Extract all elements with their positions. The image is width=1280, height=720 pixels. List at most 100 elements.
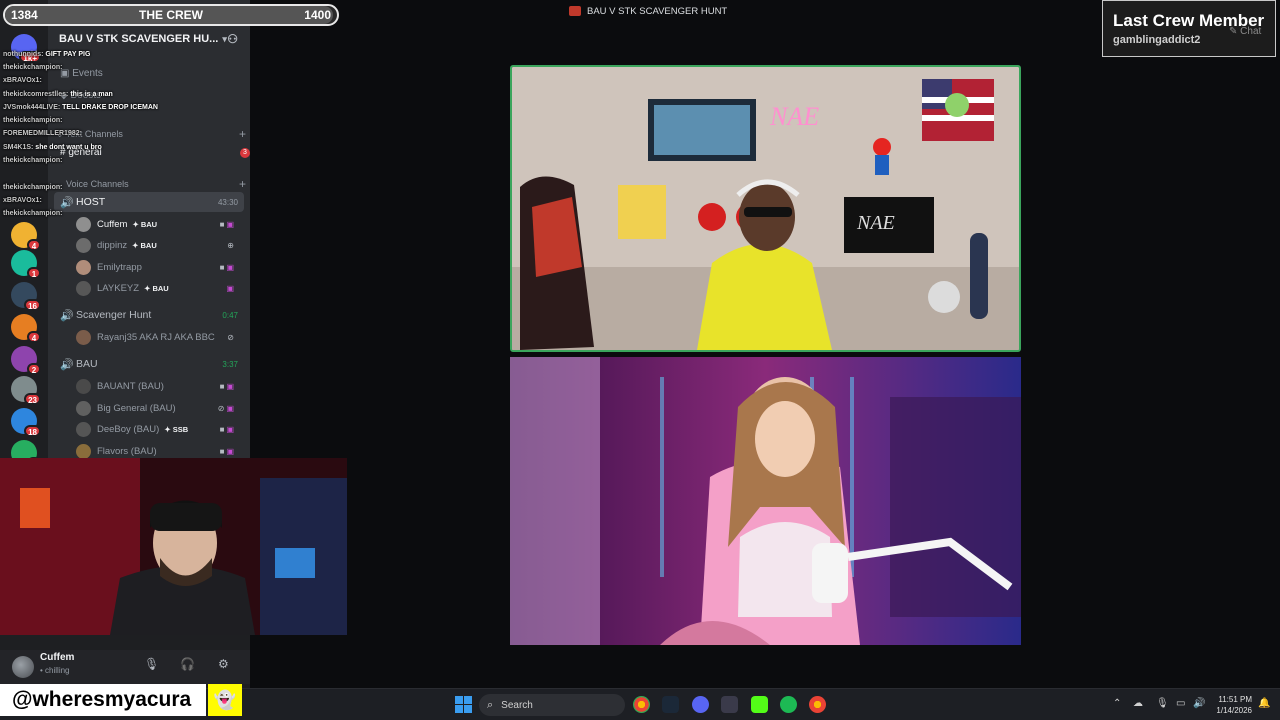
stream-icons: ■▣ [219, 262, 236, 272]
voice-user[interactable]: dippinz ✦ BAU ⊕ [76, 235, 240, 255]
plus-icon[interactable]: + [239, 127, 246, 141]
crew-title: THE CREW [139, 8, 203, 22]
video-tile-host[interactable]: NAE NAE [510, 65, 1021, 352]
plus-icon[interactable]: + [239, 177, 246, 191]
volume-icon[interactable]: 🔊 [1193, 698, 1205, 709]
events-item[interactable]: ▣ Events [60, 68, 250, 79]
last-crew-member-widget: Last Crew Member gamblingaddict2 ✎ Chat [1102, 0, 1276, 57]
microphone-icon[interactable]: 🎙 [144, 657, 159, 671]
unread-badge: 3 [240, 148, 250, 158]
voice-user[interactable]: DeeBoy (BAU) ✦ SSB ■▣ [76, 419, 240, 439]
voice-user-name: Rayanj35 AKA RJ AKA BBC [97, 331, 215, 343]
notification-icon[interactable]: 🔔 [1258, 698, 1270, 709]
voice-user[interactable]: LAYKEYZ ✦ BAU ▣ [76, 278, 240, 298]
rail-badge: 16 [24, 299, 41, 311]
clock-time: 11:51 PM [1218, 695, 1252, 704]
video-tile-guest[interactable] [510, 357, 1021, 645]
avatar[interactable] [12, 656, 34, 678]
avatar [76, 443, 91, 459]
snapchat-icon: 👻 [208, 684, 242, 716]
microphone-icon[interactable]: 🎙 [1156, 698, 1169, 709]
webcam-feed [0, 458, 347, 635]
voice-user[interactable]: Big General (BAU) ⊘▣ [76, 398, 240, 418]
chevron-down-icon: ▾ [222, 33, 227, 44]
avatar [76, 329, 91, 345]
speaker-icon: 🔊 [60, 196, 74, 209]
stream-icons: ■▣ [219, 219, 236, 229]
streamer-handle: @wheresmyacura [0, 684, 206, 716]
svg-text:NAE: NAE [769, 102, 819, 131]
taskbar-search[interactable]: ⌕ Search [479, 694, 625, 716]
cloud-icon[interactable]: ☁ [1133, 698, 1143, 709]
spotify-icon[interactable] [780, 696, 797, 713]
chrome-icon[interactable] [633, 696, 650, 713]
voice-user-name: Big General (BAU) [97, 402, 176, 414]
avatar [76, 259, 91, 275]
channel-general-label: general [68, 147, 102, 158]
voice-user-name: dippinz [97, 239, 128, 251]
rail-badge: 1k+ [19, 51, 41, 63]
rail-badge: 4 [27, 331, 41, 343]
voice-channel-label: HOST [76, 196, 106, 208]
server-name: BAU V STK SCAVENGER HU... [59, 33, 219, 45]
crew-progress-bar: 1384 THE CREW 1400 [3, 4, 339, 26]
voice-user-name: LAYKEYZ [97, 282, 140, 294]
stream-icons: ⊘▣ [217, 403, 236, 413]
window-title: BAU V STK SCAVENGER HUNT [569, 4, 727, 18]
windows-start-icon[interactable] [455, 696, 472, 713]
chrome-active-icon[interactable] [809, 696, 826, 713]
server-icon-8[interactable]: 18 [11, 408, 41, 437]
rail-badge: 18 [24, 425, 41, 437]
text-category[interactable]: ⌄ Text Channels + [56, 127, 250, 141]
voice-user[interactable]: BAUANT (BAU) ■▣ [76, 376, 240, 396]
voice-user-name: BAUANT (BAU) [97, 380, 164, 392]
voice-channel-label: Scavenger Hunt [76, 309, 152, 321]
voice-user[interactable]: Emilytrapp ■▣ [76, 257, 240, 277]
video-feed: NAE NAE [512, 67, 1019, 350]
server-icon-5[interactable]: 4 [11, 314, 41, 343]
speaker-icon: 🔊 [60, 309, 74, 322]
rail-badge: 4 [27, 239, 41, 251]
window-title-text: BAU V STK SCAVENGER HUNT [587, 5, 728, 17]
server-icon-3[interactable]: 1 [11, 250, 41, 279]
network-icon[interactable]: ▭ [1176, 698, 1185, 709]
obs-icon[interactable] [721, 696, 738, 713]
server-icon-7[interactable]: 23 [11, 376, 41, 405]
server-header[interactable]: BAU V STK SCAVENGER HU... ▾ ⚇ [48, 28, 250, 50]
settings-icon[interactable]: ⚙ [218, 657, 229, 671]
last-crew-name: gamblingaddict2 [1113, 34, 1201, 46]
kick-icon[interactable] [751, 696, 768, 713]
voice-channel-scavenger[interactable]: 🔊 Scavenger Hunt 0:47 [54, 305, 244, 325]
discord-icon[interactable] [692, 696, 709, 713]
streamer-webcam [0, 458, 347, 635]
events-label: Events [72, 68, 103, 79]
voice-channel-bau[interactable]: 🔊 BAU 3:37 [54, 354, 244, 374]
server-icon-1[interactable]: 1k+ [11, 34, 41, 63]
server-icon-6[interactable]: 2 [11, 346, 41, 375]
server-icon-2[interactable]: 4 [11, 222, 41, 251]
voice-user-name: Emilytrapp [97, 261, 142, 273]
voice-category[interactable]: ⌄ Voice Channels + [56, 177, 250, 191]
server-icon-4[interactable]: 16 [11, 282, 41, 311]
avatar [76, 421, 91, 437]
discord-user-panel: Cuffem • chilling 🎙 🎧 ⚙ [0, 650, 250, 684]
user-name: Cuffem [40, 652, 75, 663]
chevron-up-icon[interactable]: ⌃ [1113, 698, 1121, 709]
stream-icons: ■▣ [219, 446, 236, 456]
clock-date: 1/14/2026 [1216, 706, 1252, 715]
add-member-icon[interactable]: ⚇ [227, 32, 238, 46]
voice-user[interactable]: Cuffem ✦ BAU ■▣ [76, 214, 240, 234]
speaker-icon: 🔊 [60, 358, 74, 371]
steam-icon[interactable] [662, 696, 679, 713]
video-feed [510, 357, 1021, 645]
voice-channel-label: BAU [76, 358, 98, 370]
gamepad-icon: ⊕ [227, 240, 236, 250]
channel-general[interactable]: # general 3 [60, 147, 250, 158]
boosts-item[interactable]: ◆ Boosts [60, 90, 250, 101]
user-status: • chilling [40, 666, 70, 675]
voice-channel-host[interactable]: 🔊 HOST 43:30 [54, 192, 244, 212]
clock[interactable]: 11:51 PM 1/14/2026 [1212, 694, 1252, 716]
headphones-icon[interactable]: 🎧 [180, 657, 195, 671]
voice-user[interactable]: Rayanj35 AKA RJ AKA BBC ⊘ [76, 327, 240, 347]
rail-badge: 1 [27, 267, 41, 279]
